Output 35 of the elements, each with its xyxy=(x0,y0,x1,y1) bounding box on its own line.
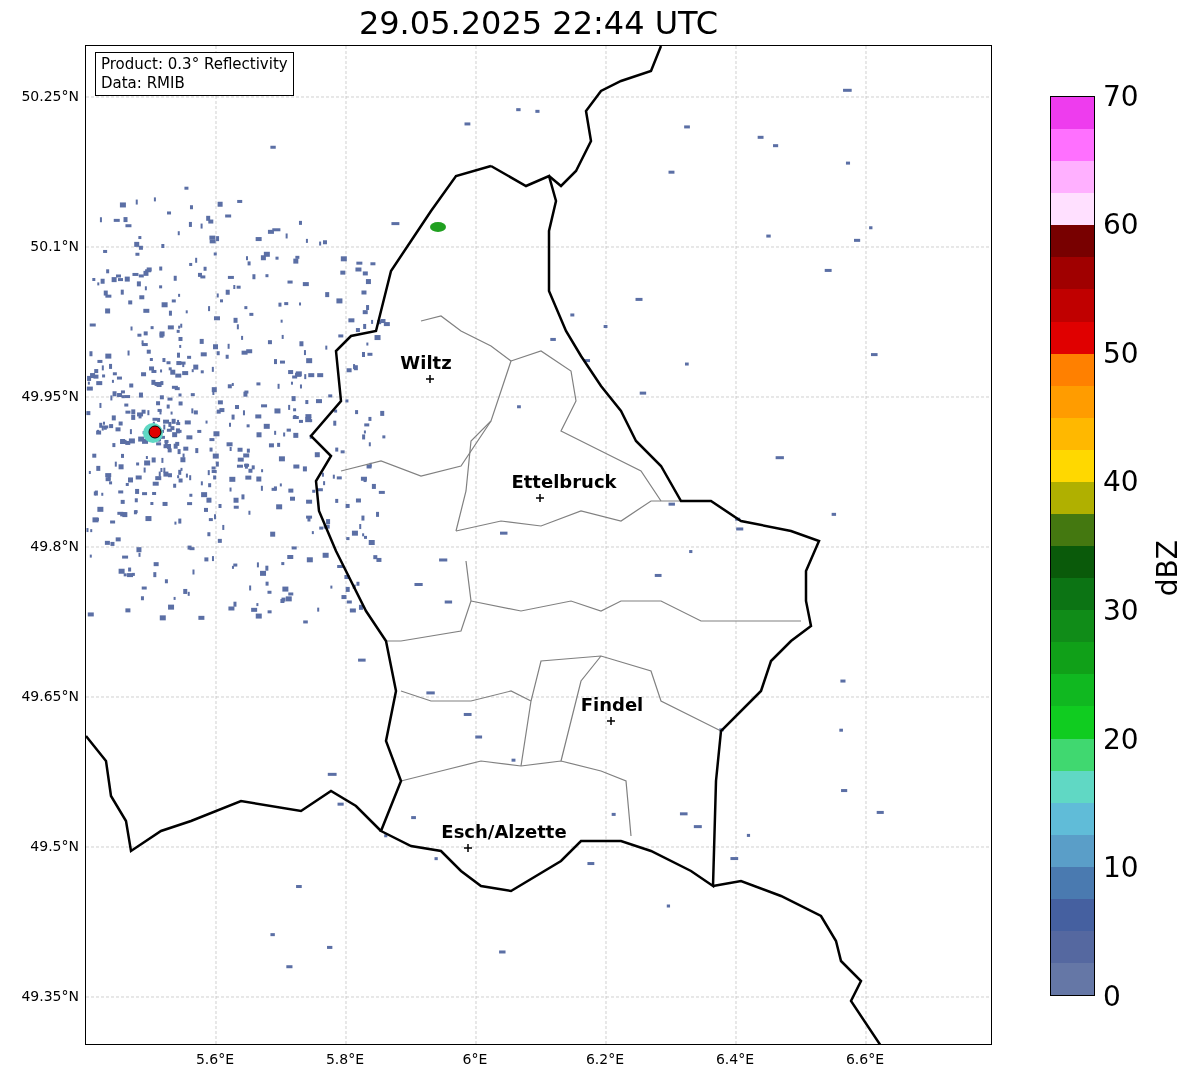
colorbar-tick-label: 10 xyxy=(1102,850,1139,887)
colorbar-label: dBZ xyxy=(1150,540,1184,597)
longitude-label: 6.2°E xyxy=(584,1050,626,1067)
colorbar-tick-label: 40 xyxy=(1102,464,1139,501)
city-marker-icon xyxy=(535,493,545,503)
latitude-label: 50.25°N xyxy=(20,87,80,106)
colorbar-tick-label: 70 xyxy=(1102,78,1139,115)
colorbar-tick-label: 0 xyxy=(1102,978,1122,1015)
longitude-label: 5.6°E xyxy=(194,1050,236,1067)
rain-cell xyxy=(430,222,446,232)
colorbar-tick-label: 20 xyxy=(1102,721,1139,758)
latitude-label: 49.65°N xyxy=(20,687,80,706)
longitude-label: 6.6°E xyxy=(844,1050,886,1067)
city-marker-icon xyxy=(606,716,616,726)
city-marker-icon xyxy=(463,843,473,853)
latitude-label: 49.95°N xyxy=(20,387,80,406)
product-text: Product: 0.3° Reflectivity xyxy=(101,55,288,74)
city-label: Ettelbruck xyxy=(511,471,617,492)
latitude-label: 50.1°N xyxy=(29,237,80,256)
city-label: Esch/Alzette xyxy=(441,821,567,842)
latitude-label: 49.5°N xyxy=(29,837,80,856)
city-label: Findel xyxy=(580,694,644,715)
colorbar-tick-label: 50 xyxy=(1102,335,1139,372)
colorbar-tick-label: 60 xyxy=(1102,207,1139,244)
colorbar-tick-label: 30 xyxy=(1102,593,1139,630)
chart-title: 29.05.2025 22:44 UTC xyxy=(358,6,719,39)
latitude-label: 49.8°N xyxy=(29,537,80,556)
city-label: Wiltz xyxy=(400,352,452,373)
longitude-label: 6°E xyxy=(461,1050,489,1067)
radar-site-icon xyxy=(143,423,163,443)
data-source-text: Data: RMIB xyxy=(101,74,186,93)
longitude-label: 5.8°E xyxy=(324,1050,366,1067)
longitude-label: 6.4°E xyxy=(714,1050,756,1067)
city-marker-icon xyxy=(425,374,435,384)
latitude-label: 49.35°N xyxy=(20,987,80,1006)
